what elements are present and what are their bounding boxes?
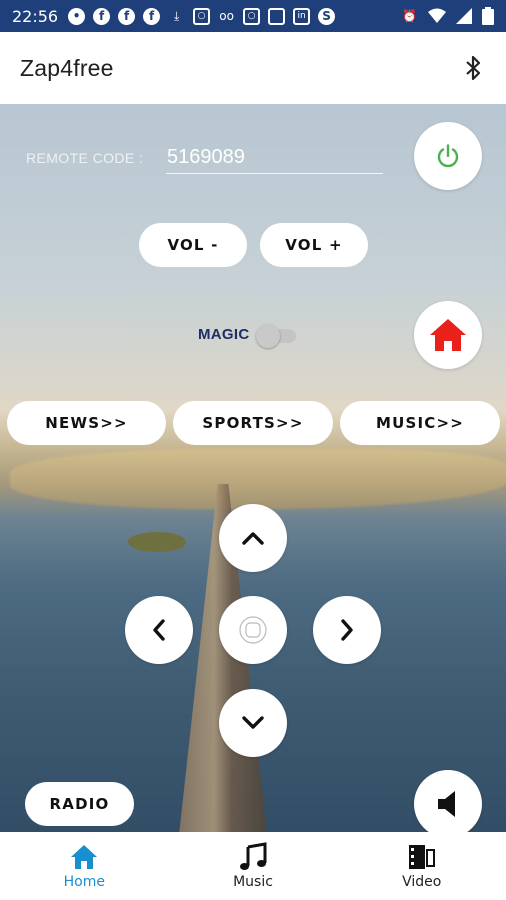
nav-home[interactable]: Home (0, 832, 169, 900)
voicemail-icon: oo (219, 9, 234, 23)
battery-icon (482, 7, 494, 25)
instagram-icon: ○ (243, 7, 261, 25)
facebook-icon: f (93, 7, 111, 25)
toggle-thumb (256, 324, 280, 348)
magic-label: MAGIC (198, 326, 250, 343)
app-bar: Zap4free (0, 32, 506, 104)
chevron-left-icon (153, 619, 165, 641)
home-button[interactable] (414, 301, 482, 369)
nav-music-label: Music (233, 874, 273, 890)
notification-icons: • f f f ⤓ ○ oo ○ in S (68, 7, 336, 25)
nav-video-label: Video (402, 874, 442, 890)
system-icons: ⏰ (401, 7, 494, 25)
home-icon (71, 845, 98, 869)
news-button[interactable]: NEWS>> (7, 401, 166, 445)
sports-button[interactable]: SPORTS>> (173, 401, 333, 445)
power-button[interactable] (414, 122, 482, 190)
radio-button[interactable]: RADIO (25, 782, 134, 826)
status-bar: 22:56 • f f f ⤓ ○ oo ○ in S ⏰ (0, 0, 506, 32)
linkedin-icon: in (293, 7, 311, 25)
nav-video[interactable]: Video (337, 832, 506, 900)
bluetooth-icon[interactable] (462, 54, 486, 82)
alarm-icon: ⏰ (402, 9, 417, 23)
remote-panel: REMOTE CODE : VOL - VOL + MAGIC NEWS>> S… (0, 104, 506, 832)
chevron-down-icon (242, 716, 264, 729)
mute-button[interactable] (414, 770, 482, 832)
chevron-right-icon (341, 619, 353, 641)
dpad-ok-button[interactable] (219, 596, 287, 664)
music-category-button[interactable]: MUSIC>> (340, 401, 500, 445)
bottom-nav: Home Music Video (0, 832, 506, 900)
dpad-down-button[interactable] (219, 689, 287, 757)
volume-down-button[interactable]: VOL - (139, 223, 247, 267)
dpad-left-button[interactable] (125, 596, 193, 664)
music-note-icon (240, 842, 267, 870)
note-icon (268, 7, 286, 25)
ok-icon (239, 616, 267, 644)
chat-icon: • (68, 7, 86, 25)
remote-code-label: REMOTE CODE : (26, 150, 144, 166)
facebook-icon: f (118, 7, 136, 25)
download-icon: ⤓ (173, 8, 180, 23)
nav-music[interactable]: Music (169, 832, 338, 900)
instagram-icon: ○ (193, 7, 211, 25)
background-island (128, 532, 186, 552)
wifi-icon (428, 8, 446, 23)
app-title: Zap4free (20, 54, 114, 81)
signal-icon (456, 8, 472, 24)
home-icon (430, 319, 466, 351)
video-icon (408, 845, 435, 869)
shazam-icon: S (318, 7, 336, 25)
background-city (10, 449, 506, 509)
status-time: 22:56 (12, 6, 59, 26)
nav-home-label: Home (63, 874, 105, 890)
volume-up-button[interactable]: VOL + (260, 223, 368, 267)
dpad-up-button[interactable] (219, 504, 287, 572)
magic-toggle[interactable] (256, 324, 296, 348)
power-icon (437, 144, 459, 168)
remote-code-input[interactable] (166, 142, 383, 174)
dpad-right-button[interactable] (313, 596, 381, 664)
facebook-icon: f (143, 7, 161, 25)
speaker-icon (438, 791, 455, 817)
chevron-up-icon (242, 532, 264, 545)
